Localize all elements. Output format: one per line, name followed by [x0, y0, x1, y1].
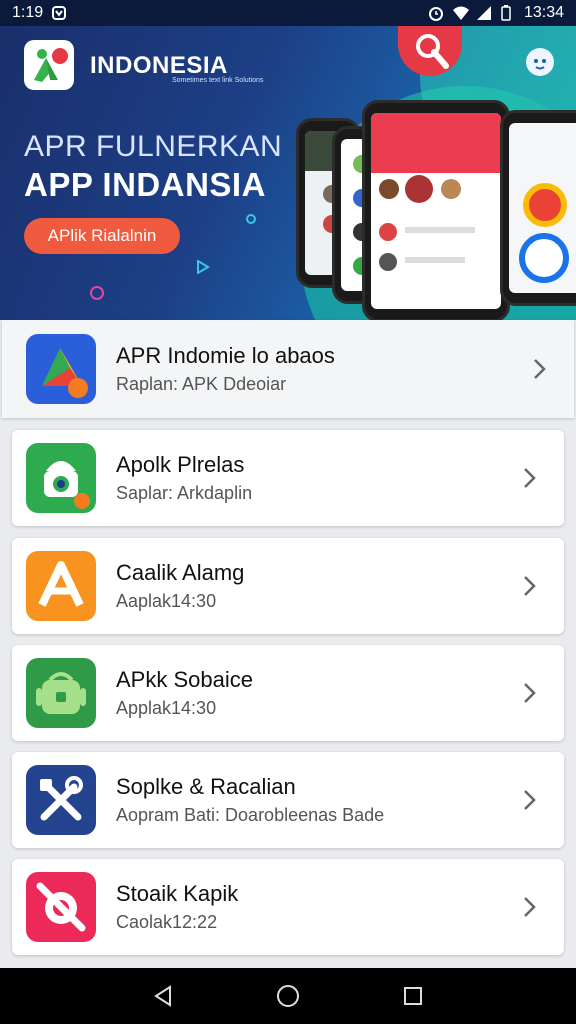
circle-decor-icon — [246, 214, 256, 224]
banner-cta-button[interactable]: APlik Rialalnin — [24, 218, 180, 254]
letter-a-icon — [26, 551, 96, 621]
app-title: Soplke & Racalian — [116, 774, 296, 799]
chat-bot-icon[interactable] — [526, 48, 554, 76]
navigation-bar — [0, 968, 576, 1024]
banner-headline: APR FULNERKAN — [24, 130, 283, 163]
circle-decor-icon — [90, 286, 104, 300]
list-item[interactable]: APkk Sobaice Applak14:30 — [12, 645, 564, 741]
no-camera-icon — [26, 872, 96, 942]
recents-button[interactable] — [391, 974, 435, 1018]
phone-mockup — [500, 110, 576, 306]
camera-lock-icon — [26, 443, 96, 513]
app-list: APR Indomie lo abaos Raplan: APK Ddeoiar… — [0, 320, 576, 968]
banner-subheadline: APP INDANSIA — [24, 166, 266, 203]
notification-icon — [51, 5, 67, 21]
chevron-right-icon[interactable] — [510, 458, 550, 498]
app-subtitle: Applak14:30 — [116, 698, 217, 718]
tools-badge-icon — [398, 26, 462, 76]
app-subtitle: Caolak12:22 — [116, 912, 218, 932]
app-title: Apolk Plrelas — [116, 452, 245, 477]
brand-tagline: Sometimes text link Solutions — [172, 77, 264, 84]
alarm-icon — [428, 5, 444, 21]
chevron-right-icon[interactable] — [510, 673, 550, 713]
phone-mockup — [362, 100, 510, 320]
app-subtitle: Raplan: APK Ddeoiar — [116, 374, 287, 394]
home-button[interactable] — [266, 974, 310, 1018]
wifi-icon — [452, 5, 469, 21]
app-title: APkk Sobaice — [116, 667, 253, 692]
android-bag-icon — [26, 658, 96, 728]
back-button[interactable] — [141, 974, 185, 1018]
list-item[interactable]: Stoaik Kapik Caolak12:22 — [12, 859, 564, 955]
signal-icon — [476, 5, 492, 21]
chevron-right-icon[interactable] — [520, 349, 560, 389]
play-store-icon — [26, 334, 96, 404]
chevron-right-icon[interactable] — [510, 887, 550, 927]
play-decor-icon — [196, 259, 210, 279]
list-item[interactable]: Caalik Alamg Aaplak14:30 — [12, 538, 564, 634]
brand-logo — [24, 40, 74, 90]
chevron-right-icon[interactable] — [510, 566, 550, 606]
list-item[interactable]: APR Indomie lo abaos Raplan: APK Ddeoiar — [2, 320, 574, 418]
promo-banner[interactable]: INDONESIA Sometimes text link Solutions … — [0, 26, 576, 320]
app-subtitle: Saplar: Arkdaplin — [116, 483, 253, 503]
battery-icon — [500, 5, 516, 21]
app-subtitle: Aopram Bati: Doarobleenas Bade — [116, 805, 385, 825]
status-time-left: 1:19 — [12, 4, 44, 21]
app-title: Stoaik Kapik — [116, 881, 239, 906]
list-item[interactable]: Apolk Plrelas Saplar: Arkdaplin — [12, 430, 564, 526]
brand-name: INDONESIA — [90, 52, 228, 79]
tools-icon — [26, 765, 96, 835]
app-title: APR Indomie lo abaos — [116, 343, 335, 368]
chevron-right-icon[interactable] — [510, 780, 550, 820]
status-time-right: 13:34 — [523, 4, 564, 21]
app-title: Caalik Alamg — [116, 560, 245, 585]
list-item[interactable]: Soplke & Racalian Aopram Bati: Doaroblee… — [12, 752, 564, 848]
status-bar: 1:19 13:34 — [0, 0, 576, 26]
app-subtitle: Aaplak14:30 — [116, 591, 217, 611]
